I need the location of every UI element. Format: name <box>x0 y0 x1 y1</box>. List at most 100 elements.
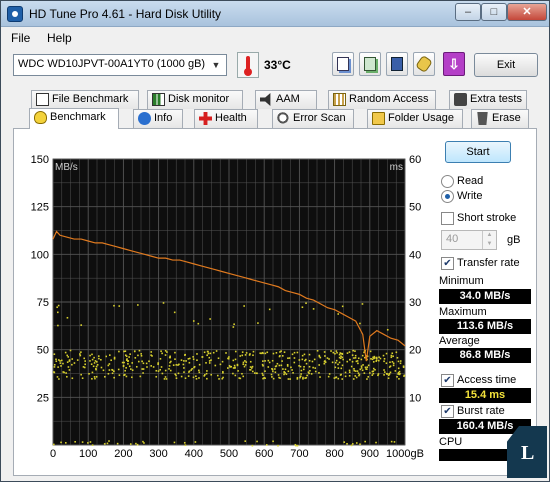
tab-health[interactable]: Health <box>194 109 258 128</box>
tab-disk-monitor[interactable]: Disk monitor <box>147 90 243 109</box>
tab-aam[interactable]: AAM <box>255 90 317 109</box>
tab-info[interactable]: Info <box>133 109 183 128</box>
tab-label: Info <box>154 112 173 124</box>
app-icon <box>7 6 23 22</box>
access-time-point <box>172 364 175 366</box>
x-tick-label: 100 <box>79 448 97 460</box>
access-time-point <box>163 378 166 380</box>
close-button[interactable]: ✕ <box>507 3 547 21</box>
access-time-point <box>354 350 356 352</box>
access-time-point <box>383 358 386 360</box>
access-time-point <box>333 377 336 379</box>
access-time-point <box>92 365 95 368</box>
access-time-point <box>360 365 363 367</box>
access-time-point <box>164 376 167 378</box>
access-time-point <box>138 349 141 352</box>
access-time-point <box>242 361 245 364</box>
access-time-point <box>330 350 332 352</box>
access-time-point <box>215 350 218 352</box>
burst-rate-checkbox[interactable]: ✔ <box>441 405 454 418</box>
access-time-point <box>95 376 98 378</box>
access-time-point <box>165 378 168 380</box>
access-time-point <box>183 441 186 444</box>
read-radio[interactable] <box>441 175 454 188</box>
access-time-point <box>207 350 209 353</box>
access-time-point <box>267 359 270 362</box>
access-time-point <box>305 302 307 305</box>
tab-error-scan[interactable]: Error Scan <box>272 109 354 128</box>
access-time-point <box>248 354 251 356</box>
access-time-point <box>190 369 193 371</box>
short-stroke-value: 40 <box>446 233 459 245</box>
tab-random-access[interactable]: Random Access <box>328 90 436 109</box>
start-button[interactable]: Start <box>445 141 511 163</box>
y-right-tick-label: 30 <box>409 297 421 309</box>
tab-folder-usage[interactable]: Folder Usage <box>367 109 463 128</box>
access-time-point <box>354 370 357 372</box>
title-bar[interactable]: HD Tune Pro 4.61 - Hard Disk Utility – □… <box>1 1 549 27</box>
access-time-point <box>180 359 183 361</box>
write-radio[interactable] <box>441 190 454 203</box>
access-time-point <box>328 358 330 360</box>
access-time-point <box>208 360 211 362</box>
access-time-checkbox[interactable]: ✔ <box>441 374 454 387</box>
access-time-point <box>395 351 398 354</box>
access-time-point <box>340 367 343 370</box>
tab-label: Folder Usage <box>388 112 455 124</box>
access-time-point <box>335 376 337 379</box>
drive-select[interactable]: WDC WD10JPVT-00A1YT0 (1000 gB) ▼ <box>13 54 227 76</box>
maximize-button[interactable]: □ <box>481 3 507 21</box>
options-button[interactable] <box>413 52 435 76</box>
exit-button[interactable]: Exit <box>474 53 538 77</box>
access-time-point <box>66 375 68 378</box>
short-stroke-unit: gB <box>507 234 521 246</box>
access-time-point <box>81 377 84 380</box>
download-button[interactable]: ⇩ <box>443 52 465 76</box>
access-time-point <box>113 304 115 307</box>
grid-icon <box>333 93 346 106</box>
access-time-point <box>282 368 284 370</box>
access-time-point <box>129 443 132 445</box>
access-time-point <box>209 318 211 320</box>
access-time-point <box>96 364 99 366</box>
copy-screenshot-button[interactable] <box>359 52 381 76</box>
minimize-button[interactable]: – <box>455 3 481 21</box>
access-time-point <box>157 370 160 372</box>
access-time-point <box>301 306 304 309</box>
access-time-point <box>150 351 153 353</box>
tab-extra-tests[interactable]: Extra tests <box>449 90 527 109</box>
y-left-tick-label: 125 <box>31 202 49 214</box>
access-time-point <box>175 377 178 379</box>
save-button[interactable] <box>386 52 408 76</box>
access-time-point <box>53 363 56 366</box>
tab-erase[interactable]: Erase <box>471 109 529 128</box>
access-time-point <box>377 359 380 362</box>
access-time-point <box>168 365 171 367</box>
access-time-point <box>206 354 208 357</box>
access-time-point <box>244 354 247 356</box>
tab-benchmark[interactable]: Benchmark <box>29 108 119 129</box>
menu-file[interactable]: File <box>11 31 30 45</box>
access-time-point <box>353 369 356 372</box>
short-stroke-checkbox[interactable] <box>441 212 454 225</box>
access-time-point <box>189 357 191 360</box>
access-time-point <box>109 354 111 356</box>
access-time-point <box>300 369 303 372</box>
access-time-point <box>272 440 274 443</box>
access-time-point <box>302 377 304 380</box>
access-time-point <box>62 362 64 365</box>
access-time-point <box>353 368 355 370</box>
copy-text-button[interactable] <box>332 52 354 76</box>
access-time-point <box>124 373 126 376</box>
access-time-point <box>366 368 368 371</box>
access-time-point <box>91 377 93 380</box>
access-time-point <box>341 364 344 367</box>
tab-file-benchmark[interactable]: File Benchmark <box>31 90 139 109</box>
access-time-point <box>291 353 294 356</box>
access-time-point <box>140 353 142 355</box>
transfer-rate-checkbox[interactable]: ✔ <box>441 257 454 270</box>
access-time-point <box>375 360 378 362</box>
menu-help[interactable]: Help <box>47 31 72 45</box>
access-time-label: Access time <box>457 374 517 386</box>
access-time-point <box>262 360 264 362</box>
